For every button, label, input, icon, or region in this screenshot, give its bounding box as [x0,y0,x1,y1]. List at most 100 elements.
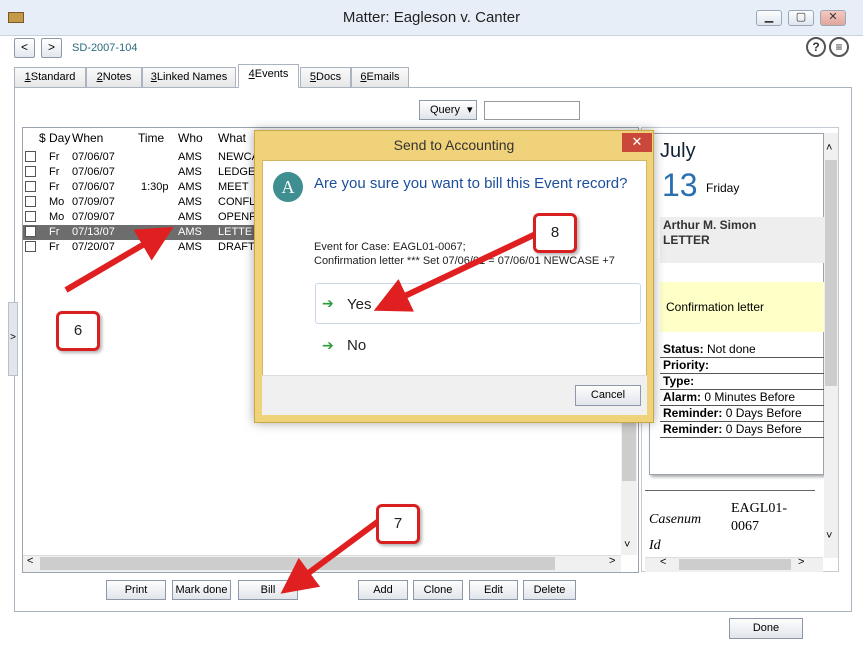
detail-field-value: 0 Days Before [725,406,802,420]
cell-what: LETTE [218,226,253,238]
scroll-left-icon[interactable]: < [27,555,33,567]
back-button[interactable]: < [14,38,35,58]
detail-field: Reminder: 0 Days Before [660,422,824,438]
table-row[interactable]: Fr 07/06/07 1:30p AMS MEET [23,180,258,195]
detail-divider [660,249,824,263]
detail-field-key: Reminder: [663,406,723,420]
col-header-what[interactable]: What [218,131,246,147]
cell-who: AMS [178,226,202,238]
cell-day: Mo [49,211,65,223]
detail-field: Reminder: 0 Days Before [660,406,824,422]
cell-when: 07/20/07 [72,241,115,253]
table-row[interactable]: Fr 07/13/07 AMS LETTE [23,225,258,240]
dialog-event-details: Confirmation letter *** Set 07/06/01 = 0… [314,255,615,267]
scroll-right-icon[interactable]: > [609,555,615,567]
forward-button[interactable]: > [41,38,62,58]
detail-field: Priority: [660,358,824,374]
tab-emails[interactable]: 6Emails [351,67,409,87]
tab-standard[interactable]: 1Standard [14,67,86,87]
detail-person-name: Arthur M. Simon [663,218,757,232]
casenum-label: Casenum [649,512,702,527]
detail-day-number: 13 [662,167,698,203]
tab-label: Docs [316,71,342,83]
dialog-close-button[interactable]: ✕ [622,133,652,152]
dialog-question: Are you sure you want to bill this Event… [314,175,628,192]
cell-what: CONFL [218,196,256,208]
scroll-down-icon[interactable]: ˅ [624,539,630,551]
row-checkbox[interactable] [25,166,36,177]
detail-field-value: 0 Days Before [725,422,802,436]
add-button[interactable]: Add [358,580,408,600]
maximize-button[interactable]: ▢ [788,10,814,26]
menu-icon[interactable]: ≡ [829,37,849,57]
cell-day: Mo [49,196,65,208]
casenum-value: EAGL01-0067 [731,501,787,534]
cell-what: MEET [218,181,249,193]
scroll-thumb[interactable] [622,421,636,481]
row-checkbox[interactable] [25,211,36,222]
tab-docs[interactable]: 5Docs [300,67,351,87]
mark-done-button[interactable]: Mark done [172,580,231,600]
app-logo-icon: A [273,172,303,202]
cell-when: 07/09/07 [72,196,115,208]
row-checkbox[interactable] [25,196,36,207]
cell-time: 1:30p [141,181,169,193]
close-window-button[interactable]: ✕ [820,10,846,26]
cell-day: Fr [49,151,60,163]
case-info-divider [645,490,815,491]
tab-linked-names[interactable]: 3Linked Names [142,67,236,87]
col-header-day[interactable]: Day [49,131,70,147]
cell-day: Fr [49,226,60,238]
tab-label: Linked Names [156,71,228,83]
col-header-time[interactable]: Time [138,131,164,147]
dialog-title: Send to Accounting [393,137,515,153]
row-checkbox[interactable] [25,181,36,192]
row-checkbox[interactable] [25,241,36,252]
cell-what: NEWCA [218,151,259,163]
clone-button[interactable]: Clone [413,580,463,600]
row-checkbox[interactable] [25,151,36,162]
tab-events[interactable]: 4Events [238,64,299,88]
scroll-left-icon[interactable]: < [660,556,666,568]
table-row[interactable]: Fr 07/06/07 AMS NEWCA [23,150,259,165]
table-row[interactable]: Mo 07/09/07 AMS CONFL [23,195,258,210]
detail-field-value: 0 Minutes Before [704,390,796,404]
query-dropdown[interactable]: Query ▾ [419,100,477,120]
col-header-who[interactable]: Who [178,131,203,147]
scroll-up-icon[interactable]: ˄ [826,142,832,154]
cell-what: LEDGE [218,166,256,178]
tab-label: Standard [30,71,76,83]
detail-field: Alarm: 0 Minutes Before [660,390,824,406]
yes-label[interactable]: Yes [347,296,371,313]
window-title: Matter: Eagleson v. Canter [342,9,521,26]
edit-button[interactable]: Edit [469,580,518,600]
bill-button[interactable]: Bill [238,580,298,600]
id-label: Id [649,538,661,553]
minimize-button[interactable]: ▁ [756,10,782,26]
scroll-thumb[interactable] [679,559,791,570]
col-header-dollar[interactable]: $ [39,131,46,147]
scroll-right-icon[interactable]: > [798,556,804,568]
row-checkbox[interactable] [25,226,36,237]
tab-notes[interactable]: 2Notes [86,67,142,87]
done-button[interactable]: Done [729,618,803,639]
scroll-thumb[interactable] [825,160,837,386]
query-input[interactable] [484,101,580,120]
cell-what: OPENF [218,211,256,223]
scroll-thumb[interactable] [40,557,555,570]
table-row[interactable]: Fr 07/20/07 AMS DRAFT [23,240,258,255]
help-icon[interactable]: ? [806,37,826,57]
detail-field-key: Reminder: [663,422,723,436]
cancel-button[interactable]: Cancel [575,385,641,406]
callout-8: 8 [533,213,577,253]
col-header-when[interactable]: When [72,131,103,147]
print-button[interactable]: Print [106,580,166,600]
delete-button[interactable]: Delete [523,580,576,600]
side-panel-toggle[interactable]: > [8,302,18,376]
scroll-down-icon[interactable]: ˅ [826,530,832,542]
cell-when: 07/09/07 [72,211,115,223]
table-row[interactable]: Fr 07/06/07 AMS LEDGE [23,165,258,180]
cell-day: Fr [49,241,60,253]
no-option[interactable]: No [347,337,366,354]
table-row[interactable]: Mo 07/09/07 AMS OPENF [23,210,258,225]
